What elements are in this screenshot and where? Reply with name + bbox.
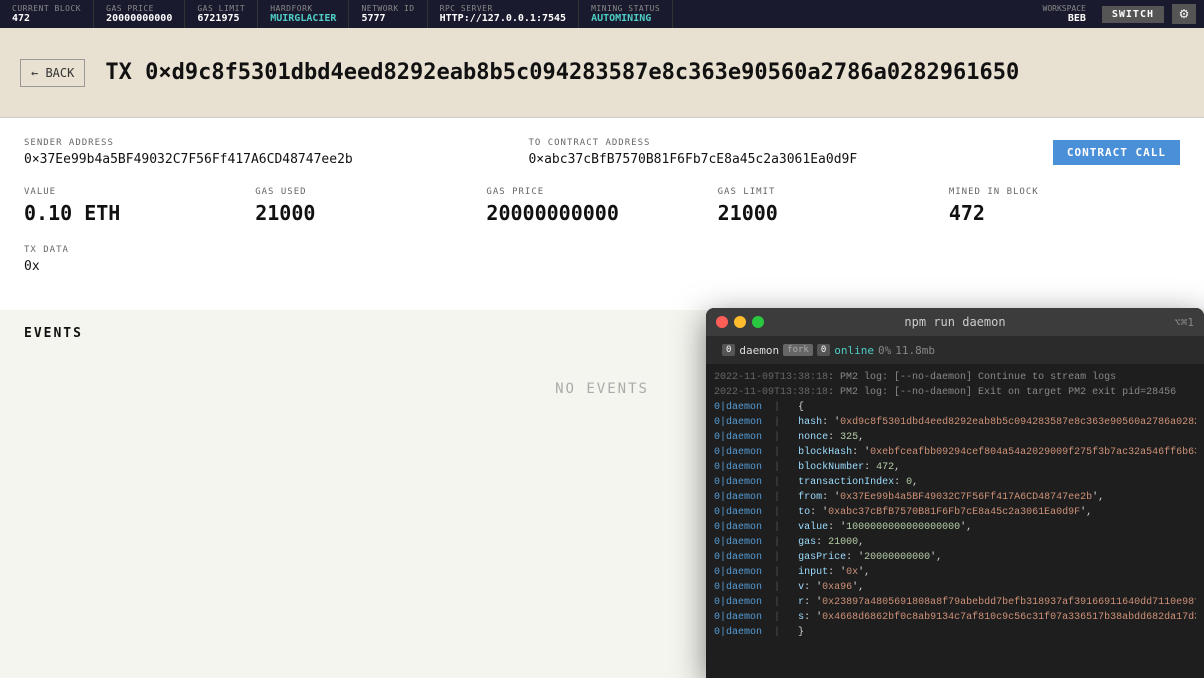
value-label: VALUE [24,187,255,197]
terminal-line: 0|daemon | nonce: 325, [714,430,1196,445]
mining-status-item: MINING STATUS AUTOMINING [579,0,673,28]
sender-label: SENDER ADDRESS [24,138,528,148]
gas-limit-value: 6721975 [197,13,245,24]
gas-price-label: GAS PRICE [106,4,172,13]
current-block-item: CURRENT BLOCK 472 [8,0,94,28]
to-contract-value: 0×abc37cBfB7570B81F6Fb7cE8a45c2a3061Ea0d… [528,152,1032,167]
tab-zero: 0 [817,344,830,356]
terminal-line: 0|daemon | from: '0x37Ee99b4a5BF49032C7F… [714,490,1196,505]
gas-limit-tx-value: 21000 [718,201,949,225]
maximize-dot[interactable] [752,316,764,328]
gas-price-tx-label: GAS PRICE [486,187,717,197]
sender-value: 0×37Ee99b4a5BF49032C7F56Ff417A6CD48747ee… [24,152,528,167]
terminal-title: npm run daemon [904,315,1005,329]
terminal-shortcut: ⌥⌘1 [1174,316,1194,329]
gas-price-tx-value: 20000000000 [486,201,717,225]
terminal-line: 2022-11-09T13:38:18: PM2 log: [--no-daem… [714,385,1196,400]
network-id-item: NETWORK ID 5777 [349,0,427,28]
tab-num: 0 [722,344,735,356]
terminal-titlebar: npm run daemon ⌥⌘1 [706,308,1204,336]
mining-status-label: MINING STATUS [591,4,660,13]
mined-block-value: 472 [949,201,1180,225]
hardfork-label: HARDFORK [270,4,336,13]
tab-badge: fork [783,344,813,356]
value-block: VALUE 0.10 ETH [24,187,255,225]
mined-block-label: MINED IN BLOCK [949,187,1180,197]
terminal-line: 0|daemon | { [714,400,1196,415]
gas-price-tx-block: GAS PRICE 20000000000 [486,187,717,225]
to-contract-label: TO CONTRACT ADDRESS [528,138,1032,148]
tx-title: TX 0×d9c8f5301dbd4eed8292eab8b5c09428358… [105,60,1019,85]
minimize-dot[interactable] [734,316,746,328]
gas-used-block: GAS USED 21000 [255,187,486,225]
tab-status: online [834,344,874,357]
sender-block: SENDER ADDRESS 0×37Ee99b4a5BF49032C7F56F… [24,138,528,167]
terminal-line: 0|daemon | hash: '0xd9c8f5301dbd4eed8292… [714,415,1196,430]
gas-used-label: GAS USED [255,187,486,197]
terminal-tab[interactable]: 0 daemon fork 0 online 0% 11.8mb [714,342,943,359]
network-id-value: 5777 [361,13,414,24]
address-row: SENDER ADDRESS 0×37Ee99b4a5BF49032C7F56F… [24,138,1180,167]
close-dot[interactable] [716,316,728,328]
tab-size: 11.8mb [895,344,935,357]
to-contract-block: TO CONTRACT ADDRESS 0×abc37cBfB7570B81F6… [528,138,1032,167]
workspace-block: WORKSPACE BEB [1043,4,1086,24]
rpc-server-value: HTTP://127.0.0.1:7545 [440,13,566,24]
top-bar: CURRENT BLOCK 472 GAS PRICE 20000000000 … [0,0,1204,28]
current-block-value: 472 [12,13,81,24]
terminal-line: 0|daemon | v: '0xa96', [714,580,1196,595]
tab-name: daemon [739,344,779,357]
terminal-line: 0|daemon | value: '1000000000000000000', [714,520,1196,535]
metrics-row: VALUE 0.10 ETH GAS USED 21000 GAS PRICE … [24,187,1180,225]
gas-limit-tx-label: GAS LIMIT [718,187,949,197]
terminal-dots [716,316,764,328]
back-button[interactable]: ← BACK [20,59,85,87]
switch-button[interactable]: SWITCH [1102,6,1164,23]
terminal-line: 0|daemon | } [714,625,1196,640]
rpc-server-label: RPC SERVER [440,4,566,13]
tx-data-section: TX DATA 0x [24,245,1180,274]
gas-price-value: 20000000000 [106,13,172,24]
rpc-server-item: RPC SERVER HTTP://127.0.0.1:7545 [428,0,579,28]
hardfork-value: MUIRGLACIER [270,13,336,24]
contract-call-badge: CONTRACT CALL [1053,140,1180,165]
terminal-line: 0|daemon | blockHash: '0xebfceafbb09294c… [714,445,1196,460]
workspace-value: BEB [1068,13,1086,24]
workspace-label: WORKSPACE [1043,4,1086,13]
tab-pct: 0% [878,344,891,357]
tx-data-value: 0x [24,259,1180,274]
terminal-overlay: npm run daemon ⌥⌘1 0 daemon fork 0 onlin… [706,308,1204,678]
terminal-line: 0|daemon | s: '0x4668d6862bf0c8ab9134c7a… [714,610,1196,625]
terminal-line: 0|daemon | r: '0x23897a4805691808a8f79ab… [714,595,1196,610]
hardfork-item: HARDFORK MUIRGLACIER [258,0,349,28]
gear-icon: ⚙ [1179,7,1190,21]
settings-button[interactable]: ⚙ [1172,4,1196,24]
tx-data-label: TX DATA [24,245,1180,255]
terminal-line: 0|daemon | input: '0x', [714,565,1196,580]
main-content: SENDER ADDRESS 0×37Ee99b4a5BF49032C7F56F… [0,118,1204,310]
mined-block-block: MINED IN BLOCK 472 [949,187,1180,225]
gas-limit-item: GAS LIMIT 6721975 [185,0,258,28]
network-id-label: NETWORK ID [361,4,414,13]
value-value: 0.10 ETH [24,201,255,225]
terminal-body[interactable]: 2022-11-09T13:38:18: PM2 log: [--no-daem… [706,364,1204,678]
terminal-line: 0|daemon | transactionIndex: 0, [714,475,1196,490]
mining-status-value: AUTOMINING [591,13,660,24]
terminal-line: 0|daemon | blockNumber: 472, [714,460,1196,475]
top-bar-right: WORKSPACE BEB SWITCH ⚙ [1043,4,1196,24]
terminal-line: 2022-11-09T13:38:18: PM2 log: [--no-daem… [714,370,1196,385]
gas-limit-tx-block: GAS LIMIT 21000 [718,187,949,225]
gas-limit-label: GAS LIMIT [197,4,245,13]
terminal-line: 0|daemon | gas: 21000, [714,535,1196,550]
terminal-line: 0|daemon | to: '0xabc37cBfB7570B81F6Fb7c… [714,505,1196,520]
back-bar: ← BACK TX 0×d9c8f5301dbd4eed8292eab8b5c0… [0,28,1204,118]
terminal-line: 0|daemon | gasPrice: '20000000000', [714,550,1196,565]
terminal-tabs: 0 daemon fork 0 online 0% 11.8mb [706,336,1204,364]
current-block-label: CURRENT BLOCK [12,4,81,13]
gas-price-item: GAS PRICE 20000000000 [94,0,185,28]
gas-used-value: 21000 [255,201,486,225]
